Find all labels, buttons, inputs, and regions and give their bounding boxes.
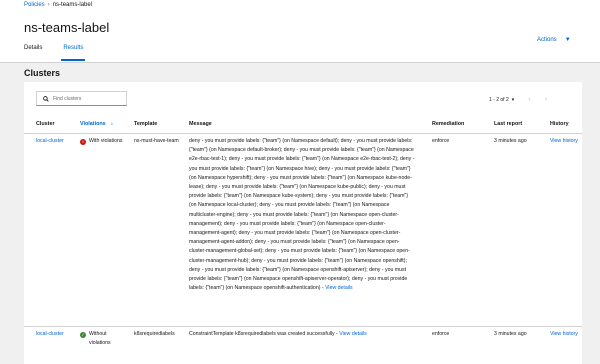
- view-history-link[interactable]: View history: [550, 330, 578, 339]
- page-header: Policies › ns-teams-label ns-teams-label…: [0, 0, 600, 63]
- column-violations-label: Violations: [80, 121, 106, 127]
- column-history: History: [550, 121, 569, 127]
- column-remediation[interactable]: Remediation: [432, 121, 464, 127]
- violation-message: deny - you must provide labels: {"team"}…: [189, 137, 415, 293]
- violation-status: ✓ Without violations: [80, 330, 128, 348]
- pagination-next-icon[interactable]: ›: [545, 96, 547, 103]
- breadcrumb-policies-link[interactable]: Policies: [24, 2, 45, 8]
- view-history-link[interactable]: View history: [550, 137, 578, 146]
- breadcrumb-current: ns-teams-label: [52, 2, 93, 8]
- search-input[interactable]: [53, 95, 123, 102]
- tab-results[interactable]: Results: [61, 45, 86, 61]
- actions-label: Actions: [537, 37, 557, 43]
- view-details-link[interactable]: View details: [339, 331, 367, 337]
- column-last-report[interactable]: Last report: [494, 121, 522, 127]
- pagination-count[interactable]: 1 - 2 of 2: [489, 97, 509, 103]
- chevron-down-icon[interactable]: ▾: [512, 97, 515, 103]
- view-details-link[interactable]: View details: [325, 285, 353, 291]
- clusters-card: Clusters 1 - 2 of 2 ▾ ‹ › Cluster Violat…: [24, 64, 582, 364]
- column-message: Message: [189, 121, 212, 127]
- tab-bar: Details Results: [24, 45, 104, 61]
- page-title: ns-teams-label: [24, 20, 110, 35]
- violation-status-label: With violations: [89, 138, 123, 144]
- search-icon: [42, 95, 50, 103]
- cluster-link[interactable]: local-cluster: [36, 137, 64, 146]
- tab-details[interactable]: Details: [24, 45, 42, 55]
- remediation-value: enforce: [432, 331, 450, 337]
- remediation-value: enforce: [432, 138, 450, 144]
- violation-status-label: Without violations: [89, 331, 111, 347]
- violation-message: ConstraintTemplate k8srequiredlabels was…: [189, 330, 429, 339]
- column-template[interactable]: Template: [134, 121, 157, 127]
- template-name: ns-must-have-team: [134, 138, 179, 144]
- actions-dropdown[interactable]: Actions ▼: [537, 37, 571, 43]
- message-text: deny - you must provide labels: {"team"}…: [189, 138, 415, 292]
- table-row: local-cluster ✓ Without violations k8sre…: [24, 327, 582, 364]
- search-box[interactable]: [36, 91, 127, 106]
- caret-down-icon: ▼: [564, 37, 571, 43]
- column-violations[interactable]: Violations ↓: [80, 121, 113, 127]
- violation-status: ! With violations: [80, 137, 128, 146]
- card-title: Clusters: [24, 68, 61, 78]
- last-report-time: 3 minutes ago: [494, 138, 527, 144]
- last-report-time: 3 minutes ago: [494, 331, 527, 337]
- table-header: Cluster Violations ↓ Template Message Rem…: [24, 115, 582, 134]
- pagination-prev-icon[interactable]: ‹: [528, 96, 530, 103]
- table-row: local-cluster ! With violations ns-must-…: [24, 134, 582, 327]
- table-toolbar: 1 - 2 of 2 ▾ ‹ ›: [24, 86, 582, 112]
- sort-down-icon: ↓: [110, 121, 114, 127]
- template-name: k8srequiredlabels: [134, 331, 175, 337]
- cluster-link[interactable]: local-cluster: [36, 330, 64, 339]
- breadcrumb: Policies › ns-teams-label: [24, 2, 92, 8]
- exclamation-circle-icon: !: [80, 138, 86, 145]
- check-circle-icon: ✓: [80, 331, 86, 338]
- column-cluster[interactable]: Cluster: [36, 121, 55, 127]
- breadcrumb-separator: ›: [47, 2, 50, 8]
- pagination: 1 - 2 of 2 ▾ ‹ ›: [489, 96, 547, 103]
- message-text: ConstraintTemplate k8srequiredlabels was…: [189, 331, 338, 337]
